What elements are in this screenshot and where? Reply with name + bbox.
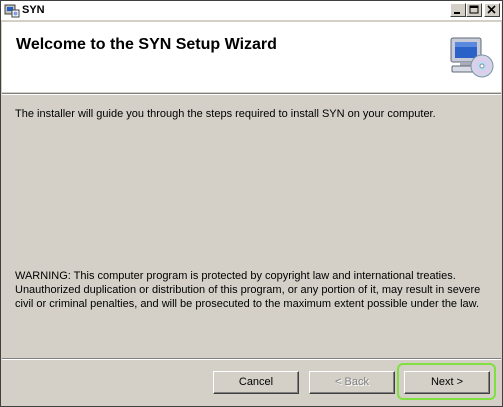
window-title: SYN	[22, 4, 45, 16]
setup-window: SYN Welcome to the SYN Setup Wizard The …	[0, 0, 503, 407]
back-button[interactable]: < Back	[309, 371, 395, 394]
installer-app-icon	[4, 3, 20, 18]
intro-text: The installer will guide you through the…	[15, 108, 436, 120]
cancel-button[interactable]: Cancel	[213, 371, 299, 394]
page-title: Welcome to the SYN Setup Wizard	[16, 36, 277, 53]
footer-separator	[2, 358, 501, 360]
next-button[interactable]: Next >	[404, 371, 490, 394]
maximize-icon[interactable]	[466, 3, 482, 17]
title-bar[interactable]: SYN	[1, 1, 502, 21]
copyright-warning: WARNING: This computer program is protec…	[15, 270, 481, 310]
minimize-icon[interactable]	[450, 3, 466, 17]
computer-cd-icon	[446, 34, 494, 87]
close-icon[interactable]	[484, 3, 500, 17]
wizard-header: Welcome to the SYN Setup Wizard	[2, 22, 501, 92]
header-separator	[2, 93, 501, 95]
